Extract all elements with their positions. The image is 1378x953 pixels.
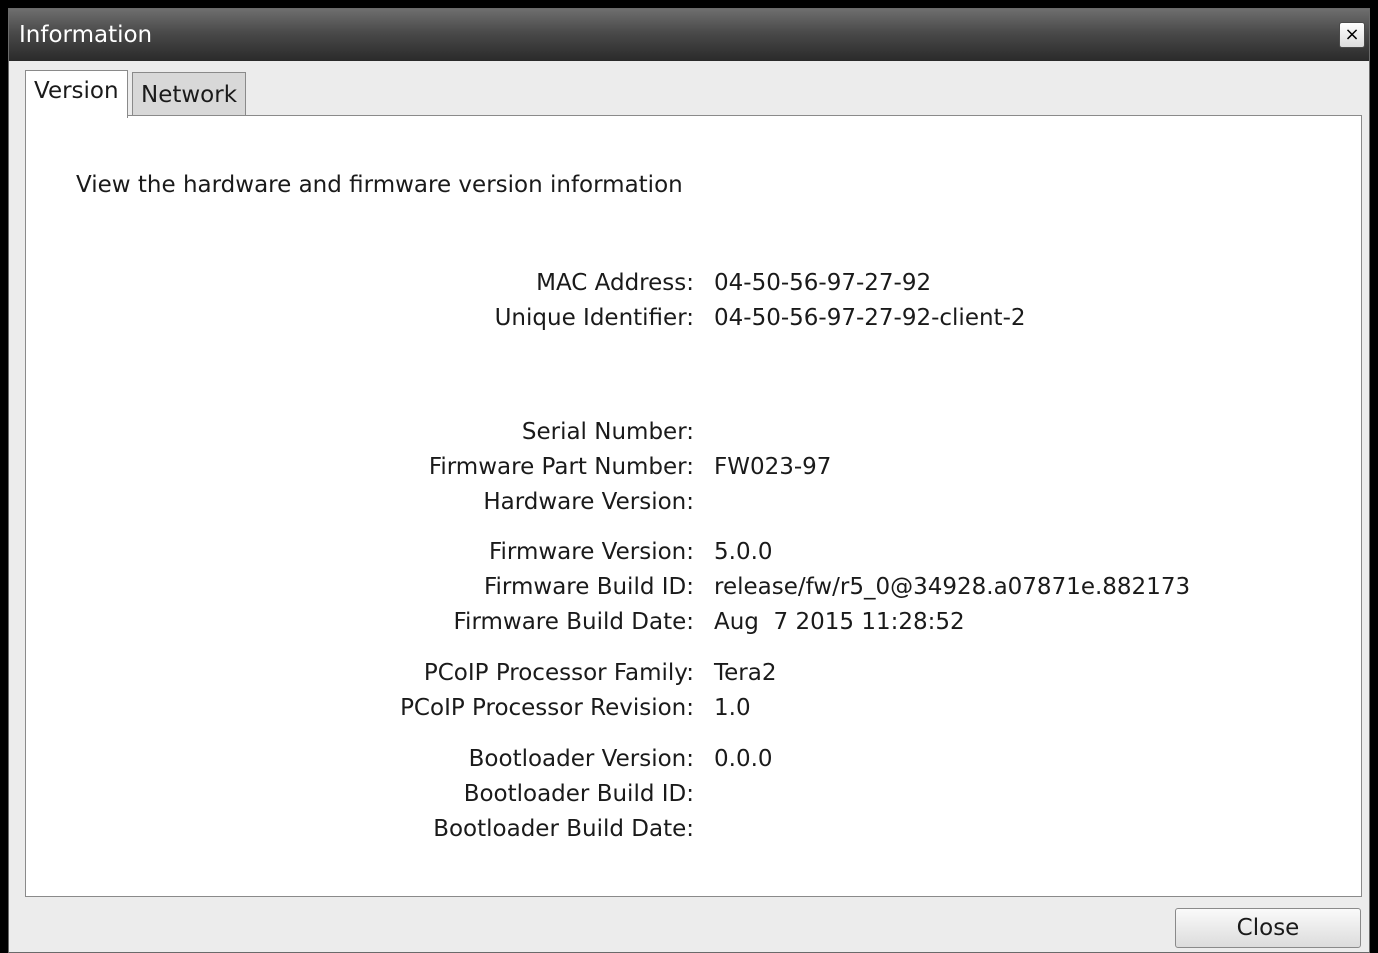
field-label: Firmware Part Number: xyxy=(428,454,694,480)
field-row-bootloader-version: Bootloader Version: 0.0.0 xyxy=(26,744,1361,774)
field-label: Bootloader Version: xyxy=(468,746,694,772)
field-row-bootloader-build-date: Bootloader Build Date: xyxy=(26,814,1361,844)
tab-network[interactable]: Network xyxy=(132,72,247,116)
field-value: Tera2 xyxy=(714,660,777,686)
close-icon[interactable]: × xyxy=(1339,22,1365,48)
field-label: Firmware Build ID: xyxy=(483,574,694,600)
field-value: 1.0 xyxy=(714,695,751,721)
window-title: Information xyxy=(19,22,153,48)
field-value: FW023-97 xyxy=(714,454,832,480)
field-row-firmware-build-date: Firmware Build Date: Aug 7 2015 11:28:52 xyxy=(26,607,1361,637)
field-row-pcoip-processor-family: PCoIP Processor Family: Tera2 xyxy=(26,658,1361,688)
field-label: PCoIP Processor Family: xyxy=(423,660,694,686)
field-row-unique-identifier: Unique Identifier: 04-50-56-97-27-92-cli… xyxy=(26,303,1361,333)
field-row-pcoip-processor-revision: PCoIP Processor Revision: 1.0 xyxy=(26,693,1361,723)
information-window: Information × Version Network View the h… xyxy=(8,8,1370,953)
field-value: 04-50-56-97-27-92 xyxy=(714,270,932,296)
field-value: 0.0.0 xyxy=(714,746,773,772)
field-label: Serial Number: xyxy=(521,419,694,445)
field-row-firmware-build-id: Firmware Build ID: release/fw/r5_0@34928… xyxy=(26,572,1361,602)
field-value: 5.0.0 xyxy=(714,539,773,565)
version-panel: View the hardware and firmware version i… xyxy=(25,115,1362,897)
field-label: PCoIP Processor Revision: xyxy=(400,695,694,721)
field-row-serial-number: Serial Number: xyxy=(26,417,1361,447)
field-label: Bootloader Build ID: xyxy=(463,781,694,807)
field-value: Aug 7 2015 11:28:52 xyxy=(714,609,965,635)
title-bar: Information × xyxy=(9,9,1369,61)
field-label: Hardware Version: xyxy=(483,489,694,515)
field-row-mac-address: MAC Address: 04-50-56-97-27-92 xyxy=(26,268,1361,298)
field-label: Bootloader Build Date: xyxy=(433,816,694,842)
field-label: MAC Address: xyxy=(536,270,694,296)
field-row-hardware-version: Hardware Version: xyxy=(26,487,1361,517)
close-button[interactable]: Close xyxy=(1175,908,1361,948)
field-value: 04-50-56-97-27-92-client-2 xyxy=(714,305,1026,331)
field-row-bootloader-build-id: Bootloader Build ID: xyxy=(26,779,1361,809)
field-row-firmware-part-number: Firmware Part Number: FW023-97 xyxy=(26,452,1361,482)
panel-description: View the hardware and firmware version i… xyxy=(76,172,683,198)
tab-version[interactable]: Version xyxy=(25,70,128,118)
field-value: release/fw/r5_0@34928.a07871e.882173 xyxy=(714,574,1191,600)
field-label: Firmware Build Date: xyxy=(453,609,695,635)
field-label: Unique Identifier: xyxy=(494,305,694,331)
field-label: Firmware Version: xyxy=(488,539,694,565)
field-row-firmware-version: Firmware Version: 5.0.0 xyxy=(26,537,1361,567)
